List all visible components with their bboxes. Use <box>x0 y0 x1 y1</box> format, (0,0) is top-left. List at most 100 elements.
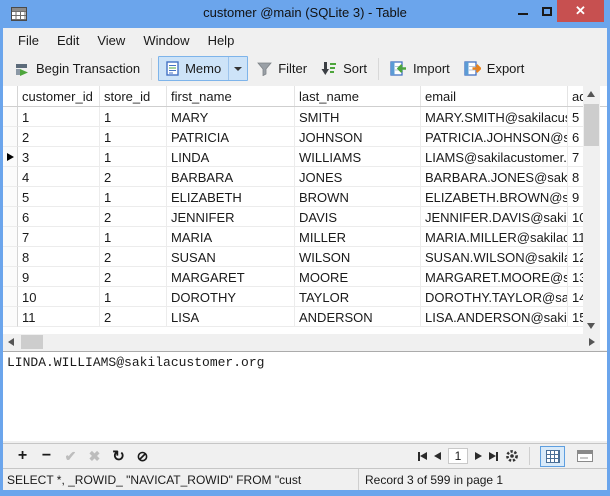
cell-last_name[interactable]: WILLIAMS <box>295 147 421 167</box>
begin-transaction-button[interactable]: Begin Transaction <box>7 57 147 81</box>
cell-customer_id[interactable]: 8 <box>18 247 100 267</box>
cell-store_id[interactable]: 1 <box>100 107 167 127</box>
cell-first_name[interactable]: MARIA <box>167 227 295 247</box>
scroll-up-icon[interactable] <box>587 91 595 97</box>
row-selector[interactable] <box>3 287 18 307</box>
cell-first_name[interactable]: LINDA <box>167 147 295 167</box>
cell-first_name[interactable]: MARGARET <box>167 267 295 287</box>
cell-last_name[interactable]: DAVIS <box>295 207 421 227</box>
cell-customer_id[interactable]: 5 <box>18 187 100 207</box>
cell-address_id[interactable]: 9 <box>568 187 583 207</box>
grid-view-button[interactable] <box>540 446 565 467</box>
cell-first_name[interactable]: LISA <box>167 307 295 327</box>
horizontal-scrollbar[interactable] <box>3 334 600 350</box>
minimize-button[interactable] <box>512 0 534 22</box>
cell-first_name[interactable]: PATRICIA <box>167 127 295 147</box>
vertical-scroll-thumb[interactable] <box>584 104 599 146</box>
row-selector[interactable] <box>3 307 18 327</box>
cell-first_name[interactable]: BARBARA <box>167 167 295 187</box>
cell-store_id[interactable]: 1 <box>100 227 167 247</box>
cell-email[interactable]: PATRICIA.JOHNSON@sakilacustomer.org <box>421 127 568 147</box>
menu-window[interactable]: Window <box>134 30 198 51</box>
table-row[interactable]: 82SUSANWILSONSUSAN.WILSON@sakilacustomer… <box>3 247 607 267</box>
export-button[interactable]: Export <box>457 57 532 80</box>
cell-store_id[interactable]: 2 <box>100 267 167 287</box>
cell-email[interactable]: SUSAN.WILSON@sakilacustomer.org <box>421 247 568 267</box>
row-selector[interactable] <box>3 207 18 227</box>
cell-last_name[interactable]: JONES <box>295 167 421 187</box>
table-row[interactable]: 21PATRICIAJOHNSONPATRICIA.JOHNSON@sakila… <box>3 127 607 147</box>
cell-first_name[interactable]: DOROTHY <box>167 287 295 307</box>
cell-store_id[interactable]: 2 <box>100 167 167 187</box>
cell-email[interactable]: LIAMS@sakilacustomer.org <box>421 147 568 167</box>
column-header-store_id[interactable]: store_id <box>100 86 167 106</box>
row-selector[interactable] <box>3 227 18 247</box>
row-selector[interactable] <box>3 247 18 267</box>
first-page-button[interactable] <box>418 452 427 461</box>
cell-customer_id[interactable]: 7 <box>18 227 100 247</box>
column-header-address_id[interactable]: address_id <box>568 86 583 106</box>
import-button[interactable]: Import <box>383 57 457 80</box>
cell-address_id[interactable]: 8 <box>568 167 583 187</box>
row-selector[interactable] <box>3 127 18 147</box>
cell-email[interactable]: DOROTHY.TAYLOR@sakilacustomer.org <box>421 287 568 307</box>
cell-first_name[interactable]: JENNIFER <box>167 207 295 227</box>
cell-customer_id[interactable]: 6 <box>18 207 100 227</box>
cell-customer_id[interactable]: 1 <box>18 107 100 127</box>
refresh-button[interactable]: ↻ <box>111 449 126 464</box>
row-selector[interactable] <box>3 167 18 187</box>
cell-email[interactable]: LISA.ANDERSON@sakilacustomer.org <box>421 307 568 327</box>
table-row[interactable]: 92MARGARETMOOREMARGARET.MOORE@sakilacust… <box>3 267 607 287</box>
menu-file[interactable]: File <box>9 30 48 51</box>
maximize-button[interactable] <box>536 0 558 22</box>
cell-email[interactable]: JENNIFER.DAVIS@sakilacustomer.org <box>421 207 568 227</box>
cell-store_id[interactable]: 2 <box>100 247 167 267</box>
cell-last_name[interactable]: MOORE <box>295 267 421 287</box>
stop-button[interactable]: ⊘ <box>135 449 150 463</box>
cell-address_id[interactable]: 10 <box>568 207 583 227</box>
table-row[interactable]: 101DOROTHYTAYLORDOROTHY.TAYLOR@sakilacus… <box>3 287 607 307</box>
cell-email[interactable]: MARY.SMITH@sakilacustomer.org <box>421 107 568 127</box>
form-view-button[interactable] <box>572 446 597 467</box>
cell-address_id[interactable]: 12 <box>568 247 583 267</box>
cell-last_name[interactable]: ANDERSON <box>295 307 421 327</box>
last-page-button[interactable] <box>489 452 498 461</box>
table-row[interactable]: 71MARIAMILLERMARIA.MILLER@sakilacustomer… <box>3 227 607 247</box>
cell-last_name[interactable]: BROWN <box>295 187 421 207</box>
cell-email[interactable]: MARIA.MILLER@sakilacustomer.org <box>421 227 568 247</box>
cell-last_name[interactable]: WILSON <box>295 247 421 267</box>
row-selector[interactable] <box>3 107 18 127</box>
add-record-button[interactable]: + <box>15 448 30 464</box>
cell-address_id[interactable]: 11 <box>568 227 583 247</box>
sort-button[interactable]: Sort <box>314 57 374 80</box>
cell-address_id[interactable]: 6 <box>568 127 583 147</box>
cell-email[interactable]: BARBARA.JONES@sakilacustomer.org <box>421 167 568 187</box>
menu-help[interactable]: Help <box>199 30 244 51</box>
table-row[interactable]: 31LINDAWILLIAMSLIAMS@sakilacustomer.org7 <box>3 147 607 167</box>
cell-store_id[interactable]: 2 <box>100 207 167 227</box>
cell-last_name[interactable]: MILLER <box>295 227 421 247</box>
cell-email[interactable]: ELIZABETH.BROWN@sakilacustomer.org <box>421 187 568 207</box>
cell-address_id[interactable]: 14 <box>568 287 583 307</box>
cell-store_id[interactable]: 1 <box>100 287 167 307</box>
cell-customer_id[interactable]: 4 <box>18 167 100 187</box>
table-row[interactable]: 51ELIZABETHBROWNELIZABETH.BROWN@sakilacu… <box>3 187 607 207</box>
cell-first_name[interactable]: SUSAN <box>167 247 295 267</box>
vertical-scrollbar[interactable] <box>583 86 600 334</box>
row-selector[interactable] <box>3 147 18 167</box>
scroll-left-icon[interactable] <box>8 338 14 346</box>
memo-button[interactable]: Memo <box>159 57 228 80</box>
table-row[interactable]: 11MARYSMITHMARY.SMITH@sakilacustomer.org… <box>3 107 607 127</box>
cell-customer_id[interactable]: 11 <box>18 307 100 327</box>
memo-panel[interactable]: LINDA.WILLIAMS@sakilacustomer.org <box>3 351 607 441</box>
cell-store_id[interactable]: 2 <box>100 307 167 327</box>
apply-changes-button[interactable]: ✔ <box>63 449 78 463</box>
cell-store_id[interactable]: 1 <box>100 187 167 207</box>
cell-first_name[interactable]: ELIZABETH <box>167 187 295 207</box>
cell-customer_id[interactable]: 3 <box>18 147 100 167</box>
menu-edit[interactable]: Edit <box>48 30 88 51</box>
column-header-last_name[interactable]: last_name <box>295 86 421 106</box>
cell-email[interactable]: MARGARET.MOORE@sakilacustomer.org <box>421 267 568 287</box>
row-selector[interactable] <box>3 267 18 287</box>
cell-address_id[interactable]: 13 <box>568 267 583 287</box>
